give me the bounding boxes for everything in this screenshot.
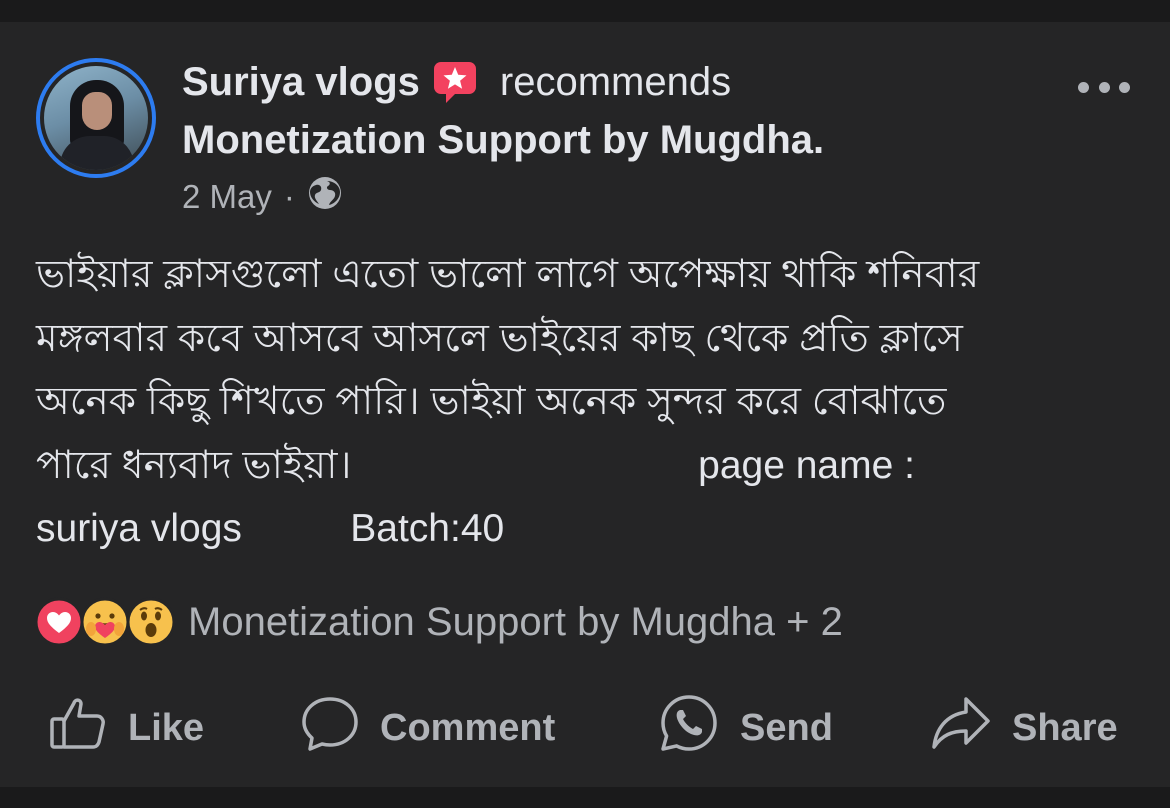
globe-icon: [307, 175, 343, 219]
author-avatar[interactable]: [36, 58, 156, 178]
recommends-text: recommends: [499, 59, 732, 104]
comment-button[interactable]: Comment: [300, 690, 555, 766]
post-body-line: ভাইয়ার ক্লাসগুলো এতো ভালো লাগে অপেক্ষায…: [36, 253, 980, 296]
post-body-line: অনেক কিছু শিখতে পারি। ভাইয়া অনেক সুন্দর…: [36, 380, 947, 423]
recommended-page-title[interactable]: Monetization Support by Mugdha.: [182, 118, 824, 163]
send-label: Send: [740, 706, 833, 749]
like-button[interactable]: Like: [48, 690, 204, 766]
thumbs-up-icon: [48, 693, 128, 763]
share-label: Share: [1012, 706, 1118, 749]
send-button[interactable]: Send: [658, 690, 833, 766]
post-actions: Like Comment Send Share: [0, 690, 1170, 766]
post-body-line: পারে ধন্যবাদ ভাইয়া। page name :: [36, 443, 915, 487]
like-label: Like: [128, 706, 205, 749]
post-body-line: মঙ্গলবার কবে আসবে আসলে ভাইয়ের কাছ থেকে …: [36, 316, 963, 360]
post-date[interactable]: 2 May: [182, 178, 272, 216]
reactions-summary[interactable]: Monetization Support by Mugdha + 2: [188, 600, 843, 645]
comment-label: Comment: [380, 706, 556, 749]
recommend-star-icon: [432, 59, 478, 105]
avatar-photo: [44, 66, 148, 170]
whatsapp-icon: [658, 692, 740, 764]
share-button[interactable]: Share: [930, 690, 1118, 766]
meta-separator: ·: [283, 178, 295, 215]
share-arrow-icon: [930, 693, 1012, 763]
wow-reaction-icon: [126, 597, 176, 647]
love-reaction-icon: [34, 597, 84, 647]
post-header: Suriya vlogs recommends: [182, 58, 731, 106]
author-name[interactable]: Suriya vlogs: [182, 60, 420, 105]
care-reaction-icon: [80, 597, 130, 647]
post-body: ভাইয়ার ক্লাসগুলো এতো ভালো লাগে অপেক্ষায…: [36, 243, 1136, 561]
comment-bubble-icon: [300, 693, 380, 763]
more-options-icon[interactable]: [1078, 72, 1130, 102]
post-body-line: suriya vlogs Batch:40: [36, 507, 505, 550]
post-meta: 2 May ·: [182, 176, 343, 218]
reactions-bar[interactable]: Monetization Support by Mugdha + 2: [34, 596, 843, 648]
